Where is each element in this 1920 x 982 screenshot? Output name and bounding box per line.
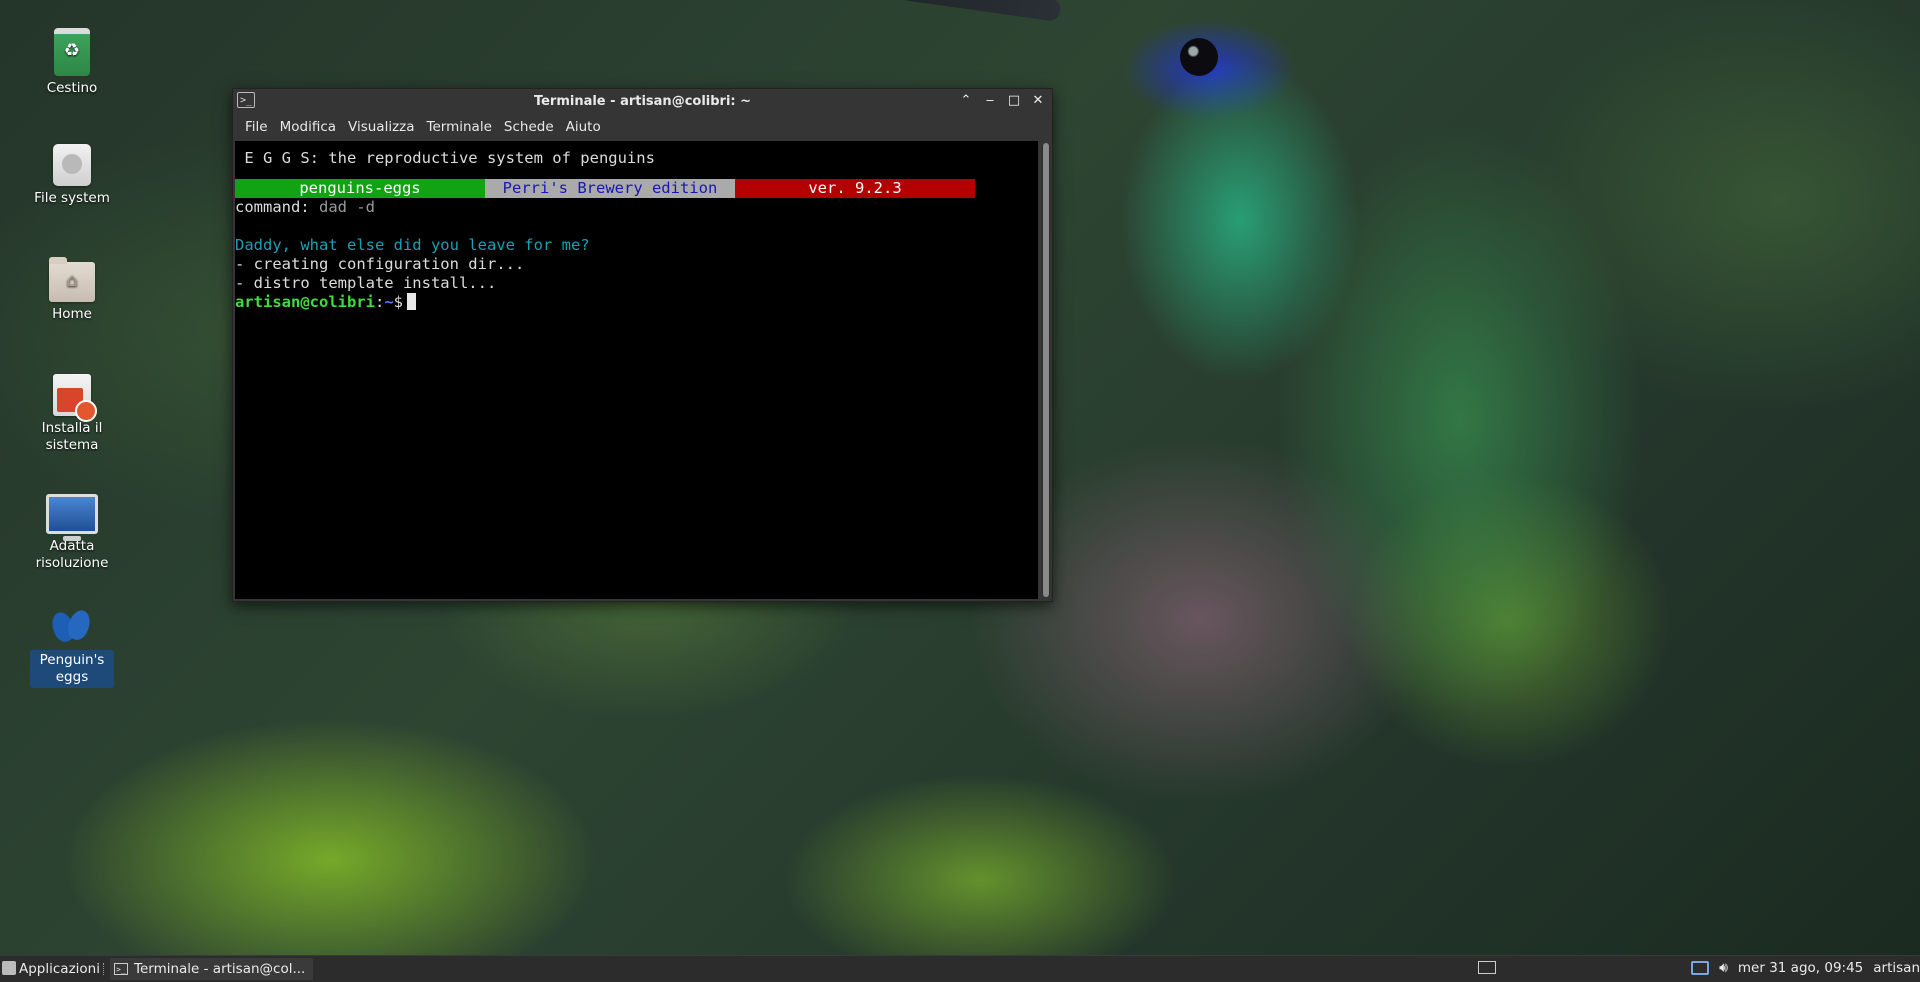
- step-line: - distro template install...: [235, 274, 497, 292]
- banner-edition: Perri's Brewery edition: [485, 179, 735, 198]
- wallpaper-hummingbird-eye: [1180, 38, 1218, 76]
- drive-icon: [53, 144, 91, 186]
- desktop-icon-label: Home: [52, 306, 92, 322]
- system-tray: 🔊︎ mer 31 ago, 09:45 artisan: [1691, 960, 1920, 976]
- close-button[interactable]: ✕: [1030, 92, 1046, 110]
- command-line: command: dad -d: [235, 198, 1038, 217]
- desktop-icon-label: Penguin's eggs: [30, 650, 114, 688]
- terminal-scrollbar[interactable]: [1042, 143, 1050, 597]
- eggs-banner: penguins-eggs Perri's Brewery edition ve…: [235, 179, 975, 198]
- command-label: command:: [235, 198, 319, 216]
- applications-label: Applicazioni: [19, 961, 100, 977]
- terminal-window[interactable]: >_ Terminale - artisan@colibri: ~ ⌃ ‒ □ …: [232, 88, 1053, 602]
- maximize-button[interactable]: □: [1006, 92, 1022, 110]
- desktop-icon-label: File system: [34, 190, 110, 206]
- menubar: File Modifica Visualizza Terminale Sched…: [233, 115, 1052, 139]
- text-cursor: [407, 293, 417, 310]
- banner-version: ver. 9.2.3: [735, 179, 975, 198]
- menu-view[interactable]: Visualizza: [342, 119, 421, 135]
- menu-edit[interactable]: Modifica: [274, 119, 342, 135]
- user-menu[interactable]: artisan: [1873, 960, 1920, 976]
- home-folder-icon: ⌂: [49, 257, 95, 302]
- terminal-icon: >_: [114, 963, 128, 975]
- taskbar-separator: [103, 963, 106, 975]
- desktop-icon-filesystem[interactable]: File system: [30, 144, 114, 207]
- scrollbar-thumb[interactable]: [1043, 143, 1049, 597]
- applications-logo-icon: [2, 961, 16, 975]
- menu-tabs[interactable]: Schede: [498, 119, 560, 135]
- desktop-icon-trash[interactable]: ♻ Cestino: [30, 28, 114, 97]
- banner-name: penguins-eggs: [235, 179, 485, 198]
- desktop-icon-display-settings[interactable]: Adatta risoluzione: [30, 494, 114, 572]
- desktop-icon-penguins-eggs[interactable]: Penguin's eggs: [30, 610, 114, 688]
- clock[interactable]: mer 31 ago, 09:45: [1738, 960, 1863, 976]
- menu-help[interactable]: Aiuto: [560, 119, 607, 135]
- desktop-icon-label: Installa il sistema: [41, 420, 103, 453]
- network-icon[interactable]: [1691, 961, 1710, 975]
- desktop-icon-home[interactable]: ⌂ Home: [30, 257, 114, 323]
- menu-terminal[interactable]: Terminale: [421, 119, 498, 135]
- menu-file[interactable]: File: [239, 119, 274, 135]
- step-line: - creating configuration dir...: [235, 255, 525, 273]
- shade-button[interactable]: ⌃: [958, 92, 974, 110]
- trash-icon: ♻: [54, 28, 90, 76]
- prompt-user: artisan@colibri: [235, 293, 375, 311]
- window-title: Terminale - artisan@colibri: ~: [533, 94, 752, 109]
- shell-prompt: artisan@colibri:~$: [235, 293, 1038, 312]
- eggs-header: E G G S: the reproductive system of peng…: [235, 149, 655, 167]
- prompt-separator: :: [374, 293, 385, 311]
- volume-icon[interactable]: 🔊︎: [1719, 960, 1728, 976]
- prompt-path: ~: [384, 293, 394, 311]
- show-desktop-icon[interactable]: [1478, 961, 1496, 974]
- desktop-icon-label: Cestino: [46, 80, 98, 96]
- task-label: Terminale - artisan@col...: [134, 961, 306, 977]
- installer-icon: [53, 374, 97, 422]
- question-line: Daddy, what else did you leave for me?: [235, 236, 590, 254]
- taskbar-task-terminal[interactable]: >_ Terminale - artisan@col...: [110, 958, 314, 980]
- window-titlebar[interactable]: >_ Terminale - artisan@colibri: ~ ⌃ ‒ □ …: [233, 89, 1052, 115]
- terminal-output[interactable]: E G G S: the reproductive system of peng…: [235, 141, 1038, 599]
- prompt-symbol: $: [393, 293, 404, 311]
- penguins-eggs-icon: [49, 610, 95, 646]
- taskbar: Applicazioni >_ Terminale - artisan@col.…: [0, 955, 1920, 982]
- monitor-icon: [46, 494, 98, 541]
- applications-menu-button[interactable]: Applicazioni: [2, 961, 100, 977]
- desktop-icon-label: Adatta risoluzione: [35, 538, 109, 571]
- desktop-icon-installer[interactable]: Installa il sistema: [30, 374, 114, 454]
- minimize-button[interactable]: ‒: [982, 92, 998, 110]
- command-value: dad -d: [319, 198, 375, 216]
- wallpaper-hummingbird-beak: [761, 0, 1062, 22]
